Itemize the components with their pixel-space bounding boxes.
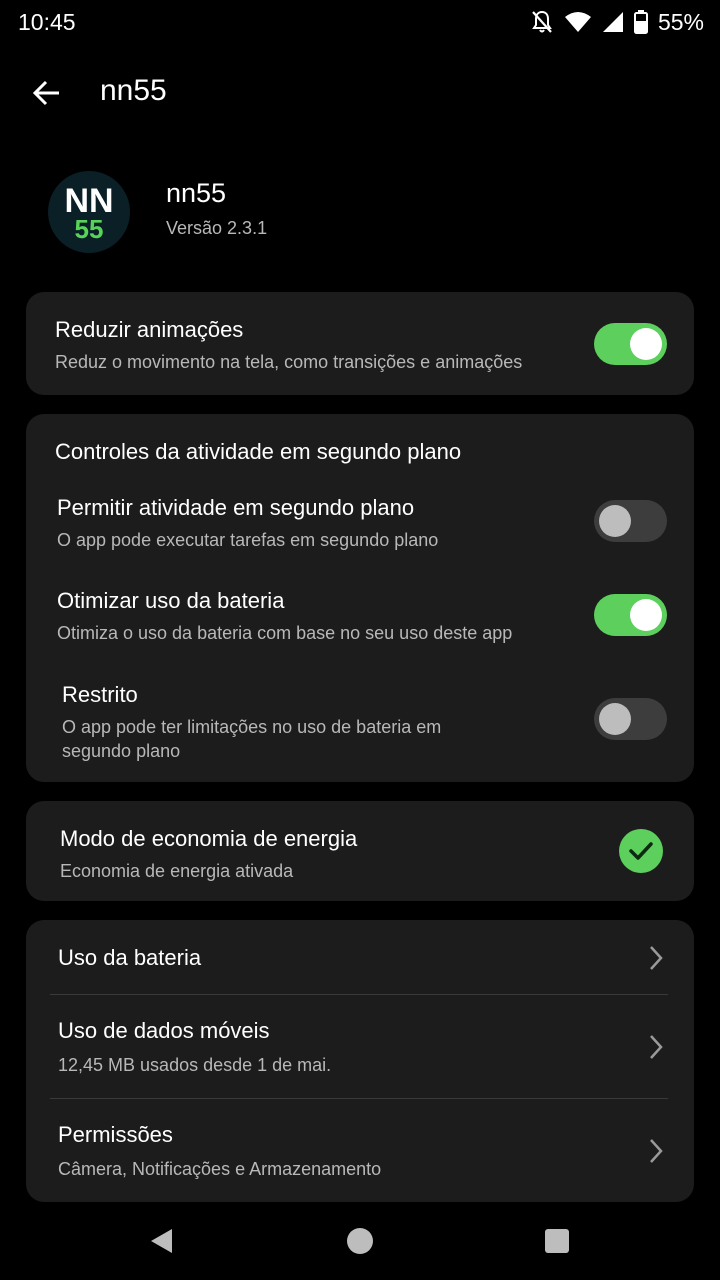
reduce-animations-subtitle: Reduz o movimento na tela, como transiçõ… [55, 352, 523, 372]
restricted-title: Restrito [62, 682, 138, 707]
check-icon [619, 829, 663, 873]
restricted-subtitle-line2: segundo plano [62, 741, 181, 761]
battery-percent: 55% [657, 8, 704, 35]
wifi-icon [564, 11, 592, 33]
divider [50, 1098, 668, 1099]
power-saving-title: Modo de economia de energia [60, 826, 358, 851]
app-version: Versão 2.3.1 [166, 218, 268, 238]
square-recents-icon [545, 1229, 569, 1253]
power-saving-card[interactable]: Modo de economia de energia Economia de … [26, 801, 694, 901]
nav-back-button[interactable] [136, 1216, 186, 1266]
optimize-battery-toggle[interactable] [594, 594, 667, 636]
app-bar: nn55 [0, 56, 720, 132]
mobile-data-title: Uso de dados móveis [58, 1018, 270, 1043]
nav-recents-button[interactable] [532, 1216, 582, 1266]
battery-usage-title: Uso da bateria [58, 945, 202, 970]
status-icons: 55% [530, 8, 704, 36]
restricted-toggle[interactable] [594, 698, 667, 740]
mobile-data-subtitle: 12,45 MB usados desde 1 de mai. [58, 1055, 332, 1075]
allow-background-toggle[interactable] [594, 500, 667, 542]
reduce-animations-card[interactable]: Reduzir animações Reduz o movimento na t… [26, 292, 694, 395]
arrow-left-icon [32, 80, 59, 106]
triangle-back-icon [151, 1229, 172, 1253]
page-title: nn55 [100, 74, 167, 107]
navigation-bar [0, 1204, 720, 1280]
status-time: 10:45 [18, 9, 76, 35]
divider [50, 994, 668, 995]
reduce-animations-toggle[interactable] [594, 323, 667, 365]
circle-home-icon [347, 1228, 373, 1254]
bell-off-icon [530, 9, 554, 35]
optimize-battery-title: Otimizar uso da bateria [57, 588, 285, 613]
nav-home-button[interactable] [335, 1216, 385, 1266]
battery-icon [633, 10, 648, 34]
chevron-right-icon [650, 946, 663, 970]
chevron-right-icon [650, 1139, 663, 1163]
reduce-animations-title: Reduzir animações [55, 317, 244, 342]
optimize-battery-subtitle: Otimiza o uso da bateria com base no seu… [57, 623, 513, 643]
section-title: Controles da atividade em segundo plano [55, 439, 462, 464]
back-button[interactable] [22, 70, 72, 116]
power-saving-subtitle: Economia de energia ativada [60, 861, 294, 881]
permissions-subtitle: Câmera, Notificações e Armazenamento [58, 1159, 382, 1179]
app-icon-text-bottom: 55 [74, 214, 104, 244]
status-bar: 10:45 55% [0, 0, 720, 44]
app-header: NN 55 nn55 Versão 2.3.1 [0, 165, 720, 265]
app-icon-text-top: NN [64, 182, 114, 220]
restricted-subtitle-line1: O app pode ter limitações no uso de bate… [62, 717, 442, 737]
cell-signal-icon [602, 11, 624, 33]
chevron-right-icon [650, 1035, 663, 1059]
permissions-title: Permissões [58, 1122, 173, 1147]
allow-background-subtitle: O app pode executar tarefas em segundo p… [57, 530, 439, 550]
allow-background-title: Permitir atividade em segundo plano [57, 495, 415, 520]
app-name: nn55 [166, 178, 227, 208]
background-controls-card: Controles da atividade em segundo plano … [26, 414, 694, 782]
links-card: Uso da bateria Uso de dados móveis 12,45… [26, 920, 694, 1202]
app-icon: NN 55 [48, 171, 130, 253]
